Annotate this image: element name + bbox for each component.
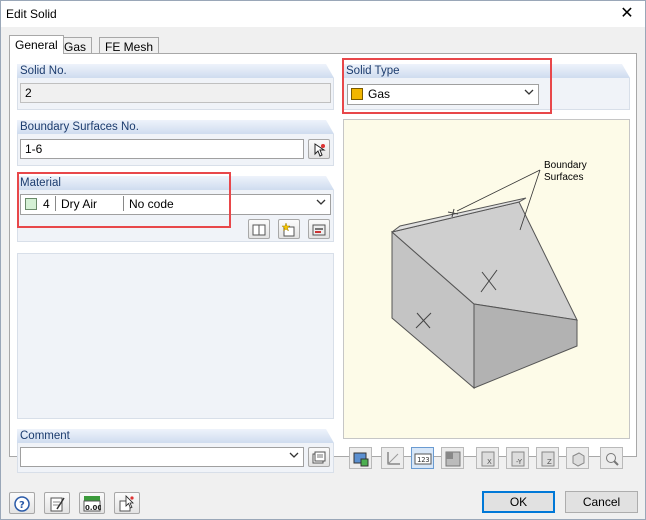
zoom-all-button[interactable] <box>600 447 623 469</box>
edit-icon <box>312 224 326 236</box>
view-z-button[interactable]: Z <box>536 447 559 469</box>
notepad-icon <box>50 497 65 512</box>
svg-text:?: ? <box>19 500 25 511</box>
view-y-icon: -Y <box>511 451 525 467</box>
view-x-icon: X <box>481 451 495 467</box>
separator <box>55 196 56 211</box>
svg-text:X: X <box>487 458 492 466</box>
isometric-view-button[interactable] <box>566 447 589 469</box>
tab-label: FE Mesh <box>105 40 154 54</box>
chevron-down-icon[interactable] <box>316 198 326 208</box>
new-material-button[interactable] <box>278 219 300 239</box>
pick-cursor-icon <box>119 495 134 512</box>
material-number: 4 <box>43 197 50 211</box>
solid-type-header: Solid Type <box>343 64 630 78</box>
comment-list-icon <box>312 451 326 464</box>
chevron-down-icon[interactable] <box>289 451 299 461</box>
new-item-icon <box>281 222 295 237</box>
numbering-icon: 123 <box>414 453 432 465</box>
solid-no-field[interactable]: 2 <box>20 83 331 103</box>
cursor-pick-icon <box>314 143 326 157</box>
display-icon <box>445 451 461 467</box>
zoom-icon <box>606 453 619 466</box>
comment-library-button[interactable] <box>308 447 330 467</box>
edit-material-button[interactable] <box>308 219 330 239</box>
units-decimals-button[interactable]: 0.00 <box>79 492 105 514</box>
material-header: Material <box>17 176 334 190</box>
boundary-header: Boundary Surfaces No. <box>17 120 334 134</box>
axis-icon <box>387 452 400 465</box>
book-icon <box>252 224 266 236</box>
help-button[interactable]: ? <box>9 492 35 514</box>
title-bar: Edit Solid ✕ <box>1 1 645 27</box>
material-select[interactable]: 4 Dry Air No code <box>20 194 331 215</box>
solid-type-select[interactable]: Gas <box>347 84 539 105</box>
window-title: Edit Solid <box>6 7 57 21</box>
numbering-toggle-button[interactable]: 123 <box>411 447 434 469</box>
pick-surfaces-button[interactable] <box>308 139 330 159</box>
svg-text:-Y: -Y <box>516 458 523 466</box>
chevron-down-icon[interactable] <box>524 88 534 98</box>
display-mode-button[interactable] <box>441 447 464 469</box>
ok-button[interactable]: OK <box>482 491 555 513</box>
annotation-surfaces: Surfaces <box>544 172 584 183</box>
pick-in-model-button[interactable] <box>114 492 140 514</box>
help-icon: ? <box>14 496 30 512</box>
material-library-button[interactable] <box>248 219 270 239</box>
decimals-icon: 0.00 <box>83 496 101 512</box>
view-z-icon: Z <box>541 451 555 467</box>
edit-notes-button[interactable] <box>44 492 70 514</box>
tab-general[interactable]: General <box>9 35 64 54</box>
svg-text:0.00: 0.00 <box>85 504 101 512</box>
material-color-swatch <box>25 198 37 210</box>
tab-fe-mesh[interactable]: FE Mesh <box>99 37 160 54</box>
solid-type-value: Gas <box>368 87 391 101</box>
solid-preview-canvas: Boundary Surfaces <box>343 119 630 439</box>
tab-label: General <box>15 38 58 52</box>
edit-solid-dialog: Edit Solid ✕ General Gas FE Mesh Solid N… <box>0 0 646 520</box>
comment-header: Comment <box>17 429 334 443</box>
cancel-button[interactable]: Cancel <box>565 491 638 513</box>
material-name: Dry Air <box>61 197 97 211</box>
render-settings-button[interactable] <box>349 447 372 469</box>
view-y-button[interactable]: -Y <box>506 447 529 469</box>
separator <box>123 196 124 211</box>
info-area <box>17 253 334 419</box>
boundary-surfaces-input[interactable]: 1-6 <box>20 139 304 159</box>
annotation-boundary: Boundary <box>544 160 587 171</box>
view-x-button[interactable]: X <box>476 447 499 469</box>
isometric-icon <box>572 452 585 467</box>
view-toolbar: 123 X -Y Z <box>343 444 630 470</box>
render-icon <box>353 452 369 467</box>
comment-input[interactable] <box>20 447 304 467</box>
svg-text:Z: Z <box>547 458 552 466</box>
svg-text:123: 123 <box>417 456 430 464</box>
material-code: No code <box>129 197 174 211</box>
axis-toggle-button[interactable] <box>381 447 404 469</box>
gas-color-swatch <box>351 88 363 100</box>
tab-label: Gas <box>64 40 87 54</box>
solid-no-header: Solid No. <box>17 64 334 78</box>
close-icon[interactable]: ✕ <box>617 4 637 24</box>
